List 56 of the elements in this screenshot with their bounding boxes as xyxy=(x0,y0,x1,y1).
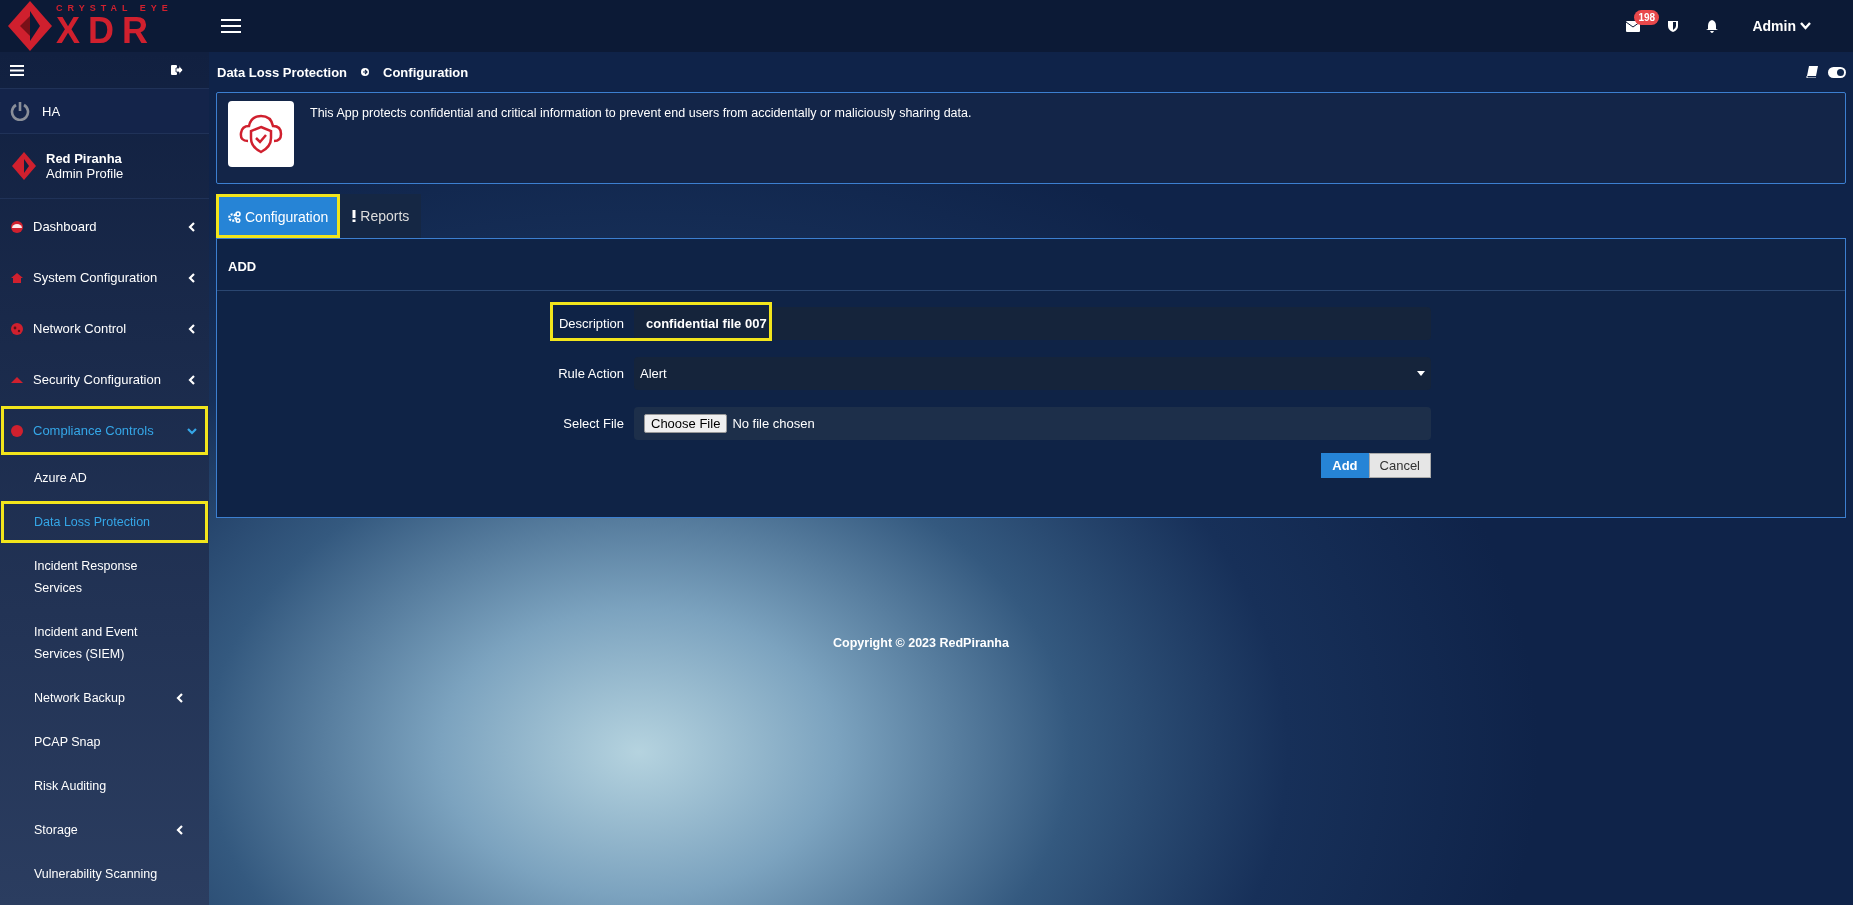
choose-file-button[interactable]: Choose File xyxy=(644,414,728,433)
chevron-left-icon xyxy=(187,322,197,335)
book-icon[interactable] xyxy=(1806,66,1818,78)
sidebar-item[interactable]: Risk Auditing xyxy=(0,764,209,808)
chevron-left-icon xyxy=(187,220,197,233)
caret-icon xyxy=(1417,371,1425,376)
copyright-text: Copyright © 2023 RedPiranha xyxy=(833,636,1009,650)
logout-icon[interactable] xyxy=(171,65,183,75)
chevron-left-icon xyxy=(187,271,197,284)
sidebar-item[interactable]: Dashboard xyxy=(0,201,209,252)
arrow-circle-icon xyxy=(361,68,370,76)
logo-wordmark: XDR xyxy=(56,12,156,49)
sidebar-item[interactable]: Compliance Controls xyxy=(0,405,209,456)
chevron-left-icon xyxy=(187,373,197,386)
file-status: No file chosen xyxy=(732,416,815,431)
app-description: This App protects confidential and critical information to prevent end users from accidentally or maliciously sharing data. xyxy=(310,105,972,122)
rule-action-dropdown[interactable]: Alert xyxy=(634,357,1431,390)
exclamation-icon xyxy=(352,210,357,222)
logo-icon xyxy=(12,152,36,180)
user-menu[interactable]: Admin xyxy=(1746,17,1817,35)
power-icon[interactable] xyxy=(10,101,30,121)
shield-icon[interactable] xyxy=(1668,20,1679,32)
sidebar-item[interactable]: Azure AD xyxy=(0,456,209,500)
sidebar-item[interactable]: System Configuration xyxy=(0,252,209,303)
chevron-down-icon xyxy=(1800,22,1811,30)
notification-badge: 198 xyxy=(1634,9,1660,25)
mail-icon[interactable] xyxy=(1626,20,1641,32)
field-label: Description xyxy=(557,316,624,331)
profile-name: Red Piranha xyxy=(46,151,123,166)
sidebar-item[interactable]: Incident and Event Services (SIEM) xyxy=(0,610,209,676)
sidebar-item[interactable]: PCAP Snap xyxy=(0,720,209,764)
profile-role: Admin Profile xyxy=(46,166,124,181)
cancel-button[interactable]: Cancel xyxy=(1368,453,1431,478)
sidebar-item[interactable]: Incident Response Services xyxy=(0,544,209,610)
gears-icon xyxy=(228,211,241,223)
sidebar-item[interactable]: Security Configuration xyxy=(0,354,209,405)
breadcrumb-link[interactable]: Data Loss Protection xyxy=(217,64,348,80)
sidebar-item[interactable]: Network Control xyxy=(0,303,209,354)
add-button[interactable]: Add xyxy=(1321,453,1369,478)
description-field[interactable]: confidential file 007 xyxy=(634,307,1431,340)
chevron-left-icon xyxy=(175,824,185,836)
bell-icon[interactable] xyxy=(1706,19,1719,33)
field-label: Rule Action xyxy=(557,366,624,381)
sidebar-item[interactable]: Data Loss Protection xyxy=(0,500,209,544)
tab[interactable]: Configuration xyxy=(216,194,341,238)
chevron-left-icon xyxy=(175,692,185,704)
breadcrumb-current: Configuration xyxy=(383,64,469,80)
sidebar-item[interactable]: Storage xyxy=(0,808,209,852)
toggle-icon[interactable] xyxy=(1828,66,1846,78)
field-label: Select File xyxy=(562,416,624,431)
tab[interactable]: Reports xyxy=(340,194,422,238)
sidebar-item[interactable]: Network Backup xyxy=(0,676,209,720)
ha-label: HA xyxy=(42,103,61,119)
logo-tagline: CRYSTAL EYE xyxy=(56,3,173,13)
panel-title: ADD xyxy=(217,239,1845,291)
sidebar-item[interactable]: Vulnerability Scanning xyxy=(0,852,209,896)
